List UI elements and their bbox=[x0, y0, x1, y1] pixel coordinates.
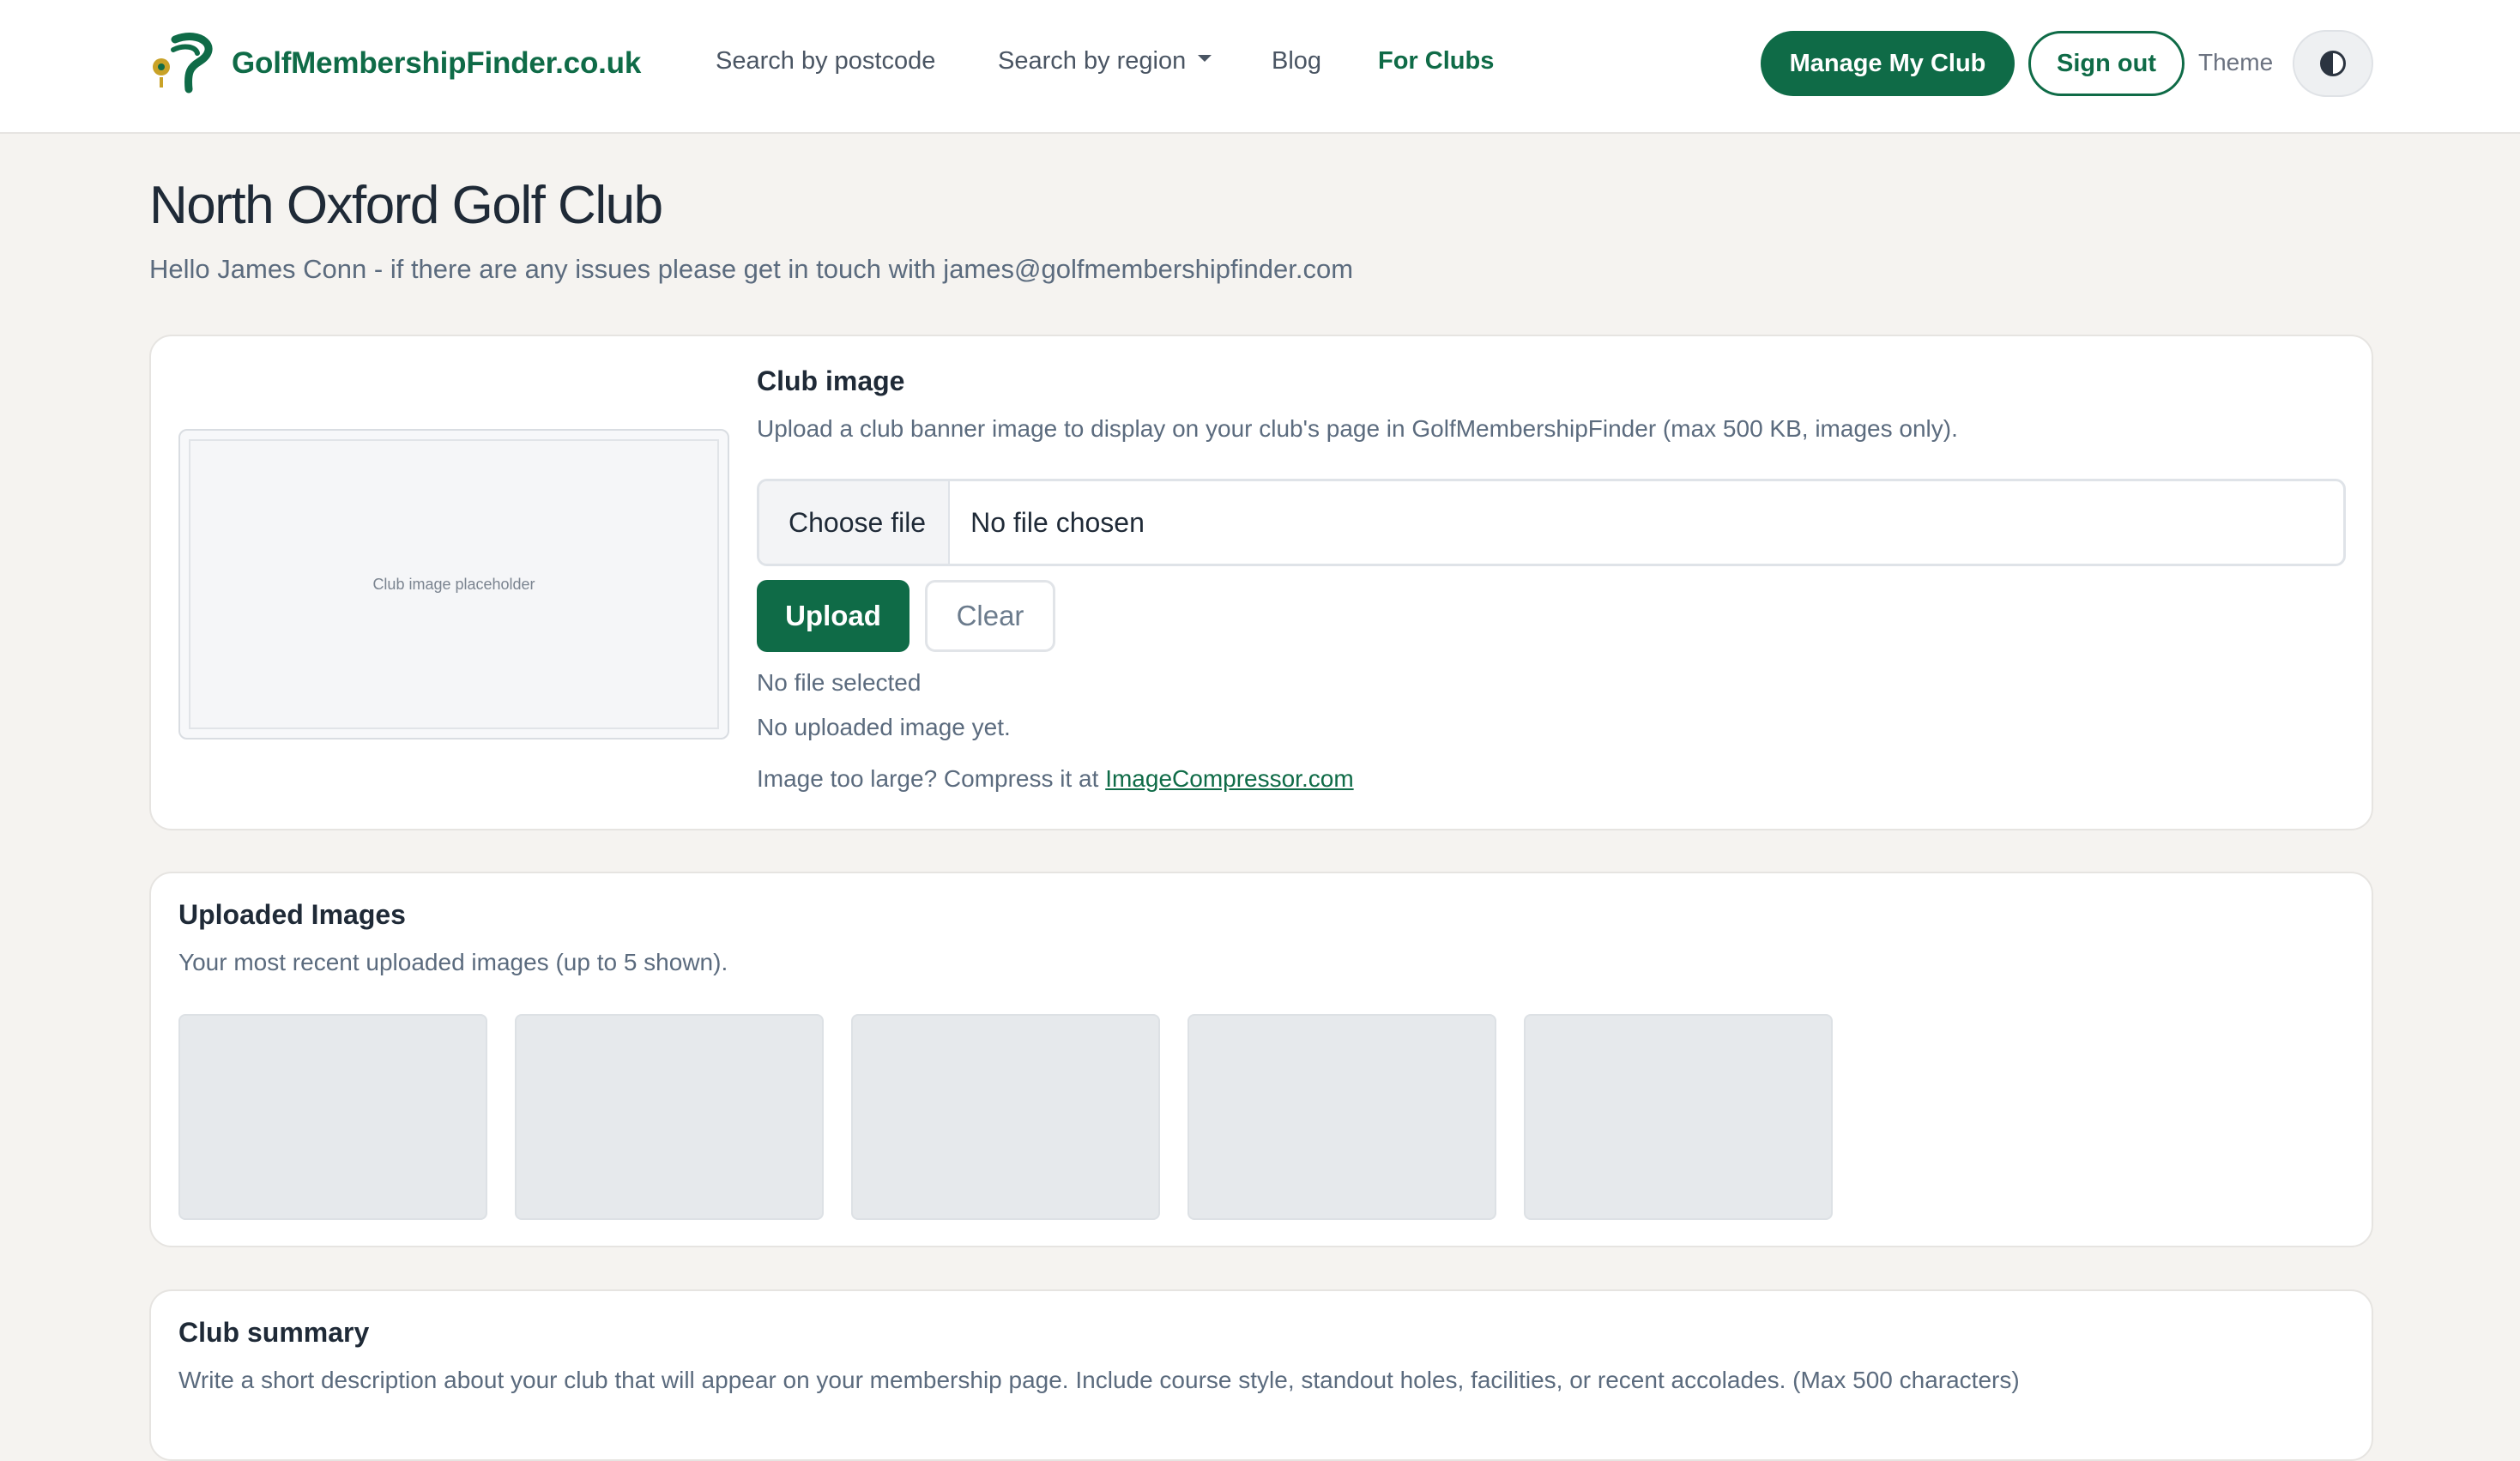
uploaded-image-thumb[interactable] bbox=[515, 1014, 824, 1220]
nav-search-region-label: Search by region bbox=[998, 47, 1187, 75]
manage-my-club-button[interactable]: Manage My Club bbox=[1761, 31, 2015, 96]
no-uploaded-image-text: No uploaded image yet. bbox=[757, 714, 1011, 740]
nav-search-postcode[interactable]: Search by postcode bbox=[716, 47, 935, 75]
club-image-preview: Club image placeholder bbox=[178, 429, 729, 740]
compress-hint-text: Image too large? Compress it at bbox=[757, 765, 1106, 792]
image-compressor-link[interactable]: ImageCompressor.com bbox=[1105, 765, 1353, 792]
choose-file-button[interactable]: Choose file bbox=[759, 481, 951, 564]
club-summary-title: Club summary bbox=[178, 1317, 370, 1348]
uploaded-images-title: Uploaded Images bbox=[178, 899, 406, 930]
theme-label: Theme bbox=[2198, 49, 2274, 75]
theme-toggle-button[interactable] bbox=[2293, 30, 2373, 97]
uploaded-image-thumb[interactable] bbox=[178, 1014, 487, 1220]
nav-for-clubs[interactable]: For Clubs bbox=[1378, 47, 1494, 75]
page-title: North Oxford Golf Club bbox=[149, 176, 663, 235]
club-image-placeholder: Club image placeholder bbox=[189, 439, 719, 729]
uploaded-images-description: Your most recent uploaded images (up to … bbox=[178, 949, 728, 975]
club-image-title: Club image bbox=[757, 365, 905, 396]
upload-button[interactable]: Upload bbox=[757, 580, 909, 652]
chevron-down-icon bbox=[1198, 55, 1212, 63]
club-image-file-input[interactable]: Choose file No file chosen bbox=[757, 479, 2346, 566]
no-file-selected-text: No file selected bbox=[757, 669, 922, 696]
contrast-icon bbox=[2320, 51, 2346, 76]
brand-name: GolfMembershipFinder.co.uk bbox=[232, 46, 642, 80]
club-image-card: Club image placeholder Club image Upload… bbox=[149, 335, 2373, 830]
nav-search-region[interactable]: Search by region bbox=[998, 47, 1212, 75]
club-image-description: Upload a club banner image to display on… bbox=[757, 415, 1958, 442]
compress-hint: Image too large? Compress it at ImageCom… bbox=[757, 765, 1354, 793]
top-navbar: GolfMembershipFinder.co.uk Search by pos… bbox=[0, 0, 2520, 134]
uploaded-image-thumb[interactable] bbox=[851, 1014, 1160, 1220]
brand-logo[interactable]: GolfMembershipFinder.co.uk bbox=[149, 33, 641, 94]
uploaded-images-card: Uploaded Images Your most recent uploade… bbox=[149, 872, 2373, 1247]
file-chosen-status: No file chosen bbox=[970, 506, 1145, 538]
clear-button[interactable]: Clear bbox=[925, 580, 1055, 652]
golf-flag-logo-icon bbox=[153, 33, 213, 94]
sign-out-button[interactable]: Sign out bbox=[2028, 31, 2185, 96]
uploaded-image-thumb[interactable] bbox=[1187, 1014, 1496, 1220]
page-subtitle: Hello James Conn - if there are any issu… bbox=[149, 254, 1354, 284]
uploaded-image-thumb[interactable] bbox=[1524, 1014, 1833, 1220]
nav-blog[interactable]: Blog bbox=[1272, 47, 1321, 75]
club-summary-card: Club summary Write a short description a… bbox=[149, 1289, 2373, 1461]
club-summary-description: Write a short description about your clu… bbox=[178, 1367, 2020, 1393]
